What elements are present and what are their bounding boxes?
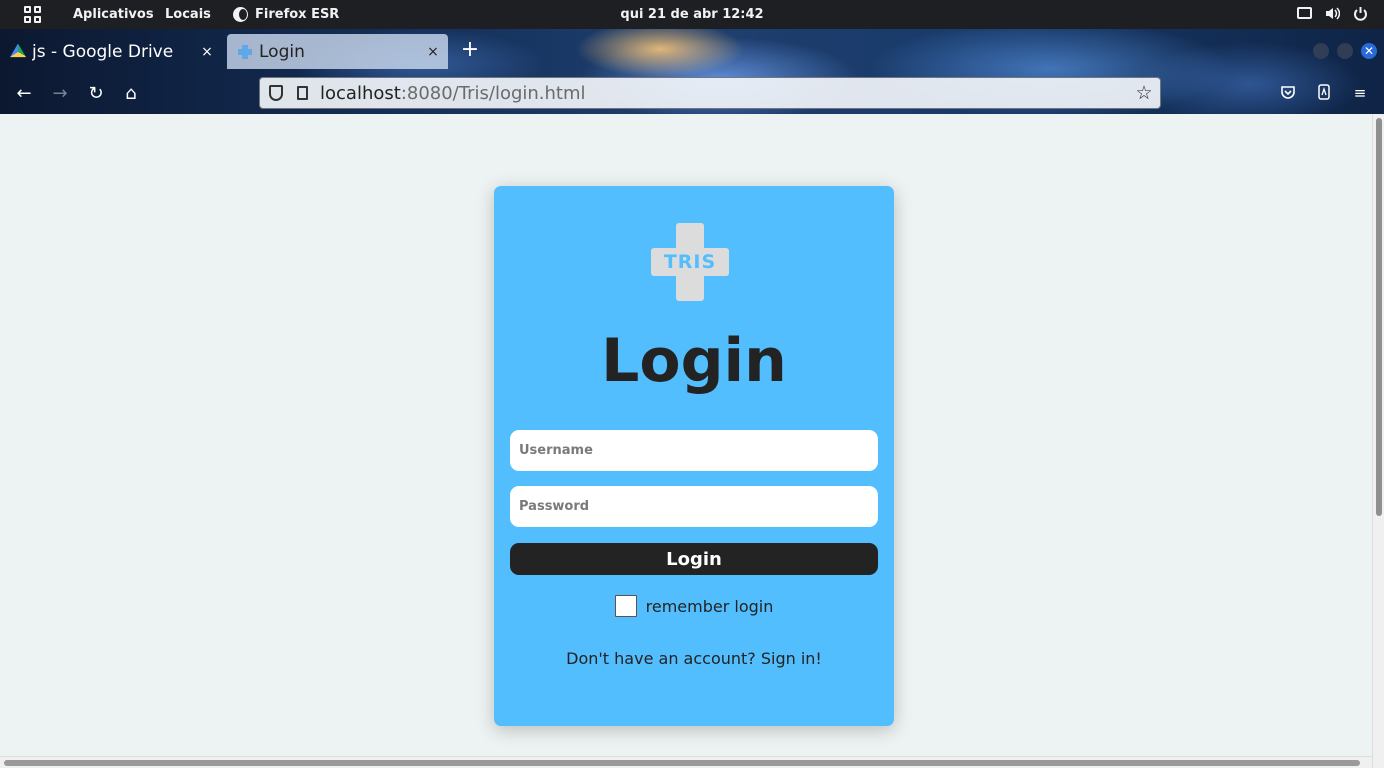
app-grid-icon[interactable] [24, 6, 41, 23]
google-drive-icon [10, 43, 26, 58]
tris-favicon-icon [237, 44, 253, 60]
reload-icon[interactable]: ↻ [85, 83, 107, 105]
url-host: localhost [320, 82, 401, 104]
tab-title: Login [259, 41, 305, 62]
page-info-icon[interactable] [297, 86, 308, 100]
logo-text: TRIS [663, 251, 717, 273]
vertical-scrollbar[interactable] [1372, 114, 1384, 768]
login-button[interactable]: Login [510, 543, 878, 575]
extension-icon[interactable] [1315, 84, 1333, 102]
address-bar[interactable]: localhost:8080/Tris/login.html ☆ [259, 77, 1161, 109]
remember-login-row: remember login [494, 595, 894, 617]
clock[interactable]: qui 21 de abr 12:42 [620, 7, 763, 22]
close-window-button[interactable]: ✕ [1361, 43, 1377, 59]
browser-chrome: js - Google Drive × Login × + ✕ ← → ↻ ⌂ … [0, 29, 1384, 114]
login-card: TRIS Login Login remember login Don't ha… [494, 186, 894, 726]
horizontal-scrollbar[interactable] [0, 756, 1372, 768]
power-icon[interactable] [1353, 6, 1368, 21]
username-field[interactable] [510, 430, 878, 471]
signup-link[interactable]: Don't have an account? Sign in! [494, 649, 894, 668]
applications-menu[interactable]: Aplicativos [73, 7, 154, 23]
tab-close-icon[interactable]: × [424, 44, 442, 60]
back-arrow-icon[interactable]: ← [13, 83, 35, 105]
minimize-window-button[interactable] [1313, 43, 1329, 59]
forward-arrow-icon[interactable]: → [49, 83, 71, 105]
firefox-icon [233, 7, 248, 22]
new-tab-button[interactable]: + [459, 39, 481, 61]
system-top-bar: Aplicativos Locais Firefox ESR qui 21 de… [0, 0, 1384, 29]
remember-login-label[interactable]: remember login [646, 597, 774, 616]
navigation-bar: ← → ↻ ⌂ localhost:8080/Tris/login.html ☆… [0, 75, 1384, 114]
horizontal-scrollbar-thumb[interactable] [4, 760, 1360, 766]
tracking-protection-icon[interactable] [269, 85, 283, 101]
screen-icon[interactable] [1297, 6, 1312, 21]
page-title: Login [601, 326, 787, 396]
page-viewport: TRIS Login Login remember login Don't ha… [0, 114, 1372, 756]
tris-logo: TRIS [651, 223, 729, 301]
maximize-window-button[interactable] [1337, 43, 1353, 59]
tab-title: js - Google Drive [32, 41, 174, 62]
bookmark-star-icon[interactable]: ☆ [1134, 82, 1154, 104]
hamburger-menu-icon[interactable]: ≡ [1351, 84, 1369, 102]
tab-login[interactable]: Login × [227, 34, 448, 69]
remember-login-checkbox[interactable] [614, 595, 637, 617]
pocket-icon[interactable] [1279, 84, 1297, 102]
active-app-menu[interactable]: Firefox ESR [255, 7, 339, 23]
volume-icon[interactable] [1325, 6, 1341, 21]
url-path: :8080/Tris/login.html [400, 82, 586, 104]
password-field[interactable] [510, 486, 878, 527]
tab-google-drive[interactable]: js - Google Drive × [0, 34, 222, 69]
places-menu[interactable]: Locais [165, 7, 211, 23]
vertical-scrollbar-thumb[interactable] [1376, 118, 1382, 516]
url-text[interactable]: localhost:8080/Tris/login.html [320, 83, 1134, 104]
home-icon[interactable]: ⌂ [120, 83, 142, 105]
system-tray[interactable] [1297, 6, 1368, 21]
tab-close-icon[interactable]: × [198, 44, 216, 60]
